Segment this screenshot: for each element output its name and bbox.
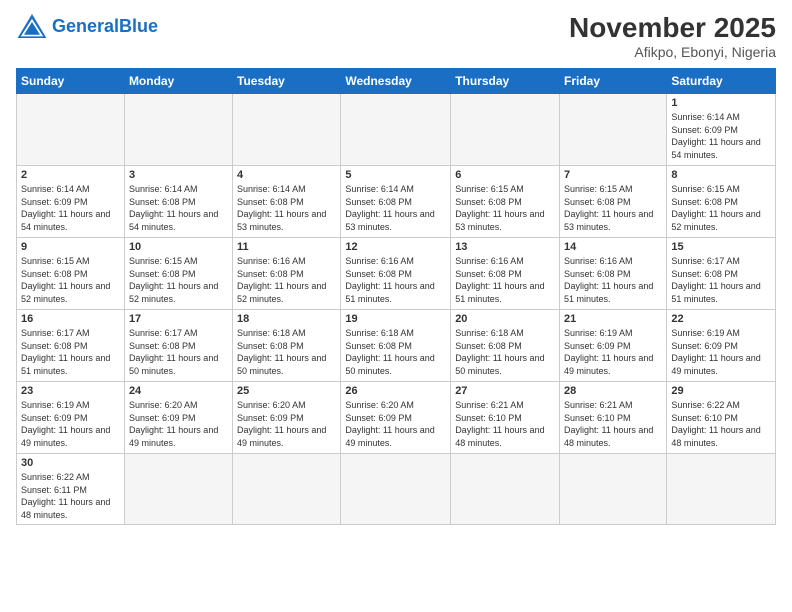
logo: GeneralBlue [16, 12, 158, 40]
day-20: 20 Sunrise: 6:18 AMSunset: 6:08 PMDaylig… [451, 310, 560, 382]
day-18: 18 Sunrise: 6:18 AMSunset: 6:08 PMDaylig… [233, 310, 341, 382]
day-15: 15 Sunrise: 6:17 AMSunset: 6:08 PMDaylig… [667, 238, 776, 310]
logo-icon [16, 12, 48, 40]
header-friday: Friday [560, 69, 667, 94]
day-1: 1 Sunrise: 6:14 AMSunset: 6:09 PMDayligh… [667, 94, 776, 166]
calendar-row-5: 23 Sunrise: 6:19 AMSunset: 6:09 PMDaylig… [17, 382, 776, 454]
empty-cell [451, 94, 560, 166]
empty-cell [341, 94, 451, 166]
day-10: 10 Sunrise: 6:15 AMSunset: 6:08 PMDaylig… [124, 238, 232, 310]
empty-cell [233, 454, 341, 525]
day-24: 24 Sunrise: 6:20 AMSunset: 6:09 PMDaylig… [124, 382, 232, 454]
location: Afikpo, Ebonyi, Nigeria [569, 44, 776, 60]
calendar-row-1: 1 Sunrise: 6:14 AMSunset: 6:09 PMDayligh… [17, 94, 776, 166]
header-saturday: Saturday [667, 69, 776, 94]
calendar-row-2: 2 Sunrise: 6:14 AMSunset: 6:09 PMDayligh… [17, 166, 776, 238]
day-6: 6 Sunrise: 6:15 AMSunset: 6:08 PMDayligh… [451, 166, 560, 238]
page: GeneralBlue November 2025 Afikpo, Ebonyi… [0, 0, 792, 612]
day-14: 14 Sunrise: 6:16 AMSunset: 6:08 PMDaylig… [560, 238, 667, 310]
day-9: 9 Sunrise: 6:15 AMSunset: 6:08 PMDayligh… [17, 238, 125, 310]
day-19: 19 Sunrise: 6:18 AMSunset: 6:08 PMDaylig… [341, 310, 451, 382]
day-2: 2 Sunrise: 6:14 AMSunset: 6:09 PMDayligh… [17, 166, 125, 238]
empty-cell [233, 94, 341, 166]
day-5: 5 Sunrise: 6:14 AMSunset: 6:08 PMDayligh… [341, 166, 451, 238]
month-title: November 2025 [569, 12, 776, 44]
day-3: 3 Sunrise: 6:14 AMSunset: 6:08 PMDayligh… [124, 166, 232, 238]
day-30: 30 Sunrise: 6:22 AMSunset: 6:11 PMDaylig… [17, 454, 125, 525]
empty-cell [667, 454, 776, 525]
day-28: 28 Sunrise: 6:21 AMSunset: 6:10 PMDaylig… [560, 382, 667, 454]
calendar-row-3: 9 Sunrise: 6:15 AMSunset: 6:08 PMDayligh… [17, 238, 776, 310]
day-21: 21 Sunrise: 6:19 AMSunset: 6:09 PMDaylig… [560, 310, 667, 382]
day-13: 13 Sunrise: 6:16 AMSunset: 6:08 PMDaylig… [451, 238, 560, 310]
day-26: 26 Sunrise: 6:20 AMSunset: 6:09 PMDaylig… [341, 382, 451, 454]
day-27: 27 Sunrise: 6:21 AMSunset: 6:10 PMDaylig… [451, 382, 560, 454]
header-monday: Monday [124, 69, 232, 94]
header: GeneralBlue November 2025 Afikpo, Ebonyi… [16, 12, 776, 60]
empty-cell [124, 94, 232, 166]
empty-cell [17, 94, 125, 166]
weekday-header-row: Sunday Monday Tuesday Wednesday Thursday… [17, 69, 776, 94]
header-sunday: Sunday [17, 69, 125, 94]
header-thursday: Thursday [451, 69, 560, 94]
day-16: 16 Sunrise: 6:17 AMSunset: 6:08 PMDaylig… [17, 310, 125, 382]
calendar: Sunday Monday Tuesday Wednesday Thursday… [16, 68, 776, 525]
day-7: 7 Sunrise: 6:15 AMSunset: 6:08 PMDayligh… [560, 166, 667, 238]
day-11: 11 Sunrise: 6:16 AMSunset: 6:08 PMDaylig… [233, 238, 341, 310]
day-4: 4 Sunrise: 6:14 AMSunset: 6:08 PMDayligh… [233, 166, 341, 238]
logo-blue: Blue [119, 16, 158, 36]
empty-cell [560, 454, 667, 525]
day-25: 25 Sunrise: 6:20 AMSunset: 6:09 PMDaylig… [233, 382, 341, 454]
day-8: 8 Sunrise: 6:15 AMSunset: 6:08 PMDayligh… [667, 166, 776, 238]
header-tuesday: Tuesday [233, 69, 341, 94]
logo-general: General [52, 16, 119, 36]
day-23: 23 Sunrise: 6:19 AMSunset: 6:09 PMDaylig… [17, 382, 125, 454]
calendar-row-6: 30 Sunrise: 6:22 AMSunset: 6:11 PMDaylig… [17, 454, 776, 525]
empty-cell [341, 454, 451, 525]
day-17: 17 Sunrise: 6:17 AMSunset: 6:08 PMDaylig… [124, 310, 232, 382]
empty-cell [124, 454, 232, 525]
day-22: 22 Sunrise: 6:19 AMSunset: 6:09 PMDaylig… [667, 310, 776, 382]
calendar-row-4: 16 Sunrise: 6:17 AMSunset: 6:08 PMDaylig… [17, 310, 776, 382]
empty-cell [451, 454, 560, 525]
logo-text: GeneralBlue [52, 17, 158, 35]
day-29: 29 Sunrise: 6:22 AMSunset: 6:10 PMDaylig… [667, 382, 776, 454]
title-block: November 2025 Afikpo, Ebonyi, Nigeria [569, 12, 776, 60]
day-12: 12 Sunrise: 6:16 AMSunset: 6:08 PMDaylig… [341, 238, 451, 310]
empty-cell [560, 94, 667, 166]
header-wednesday: Wednesday [341, 69, 451, 94]
